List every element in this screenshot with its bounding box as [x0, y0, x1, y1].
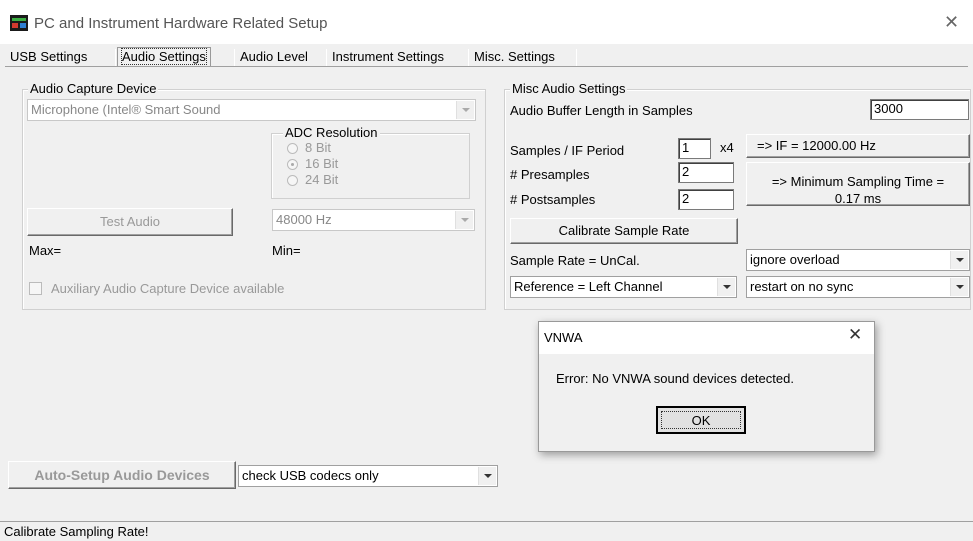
chevron-down-icon	[456, 101, 474, 119]
app-icon	[10, 15, 28, 31]
close-icon[interactable]: ✕	[944, 13, 959, 31]
codec-filter-value: check USB codecs only	[242, 468, 379, 483]
tab-instrument-settings[interactable]: Instrument Settings	[328, 47, 448, 67]
auto-setup-audio-button[interactable]: Auto-Setup Audio Devices	[8, 461, 236, 489]
dialog-close-icon[interactable]: ✕	[848, 326, 862, 344]
tab-panel-border	[5, 66, 968, 67]
sample-rate-select[interactable]: 48000 Hz	[272, 209, 475, 231]
samples-multiplier: x4	[720, 140, 734, 155]
audio-device-value: Microphone (Intel® Smart Sound	[31, 102, 221, 117]
dialog-title: VNWA	[544, 330, 583, 345]
sync-value: restart on no sync	[750, 279, 854, 294]
calibrate-sample-rate-button[interactable]: Calibrate Sample Rate	[510, 218, 738, 244]
test-audio-button[interactable]: Test Audio	[27, 208, 233, 236]
presamples-label: # Presamples	[510, 167, 590, 182]
chevron-down-icon	[478, 467, 496, 485]
tab-misc-settings[interactable]: Misc. Settings	[470, 47, 559, 67]
presamples-input[interactable]: 2	[678, 162, 734, 183]
chevron-down-icon	[455, 211, 473, 229]
aux-device-label: Auxiliary Audio Capture Device available	[51, 281, 285, 296]
adc-16bit-radio[interactable]	[287, 159, 298, 170]
dialog-ok-label: OK	[661, 411, 741, 429]
sync-select[interactable]: restart on no sync	[746, 276, 970, 298]
samples-if-label: Samples / IF Period	[510, 143, 625, 158]
tab-separator	[115, 49, 116, 67]
status-bar: Calibrate Sampling Rate!	[0, 521, 973, 541]
adc-24bit-label: 24 Bit	[305, 172, 339, 187]
samples-if-input[interactable]: 1	[678, 138, 711, 159]
adc-24bit-radio[interactable]	[287, 175, 298, 186]
audio-capture-group-label: Audio Capture Device	[28, 81, 159, 96]
tab-usb-settings[interactable]: USB Settings	[6, 47, 91, 67]
buffer-length-label: Audio Buffer Length in Samples	[510, 103, 693, 118]
misc-audio-group-label: Misc Audio Settings	[510, 81, 628, 96]
adc-resolution-label: ADC Resolution	[283, 125, 380, 140]
adc-16bit-label: 16 Bit	[305, 156, 339, 171]
codec-filter-select[interactable]: check USB codecs only	[238, 465, 498, 487]
buffer-length-input[interactable]: 3000	[870, 99, 969, 120]
tab-audio-settings-label: Audio Settings	[121, 48, 207, 65]
tab-separator	[234, 49, 235, 67]
status-text: Calibrate Sampling Rate!	[4, 524, 149, 539]
min-sampling-line2: 0.17 ms	[834, 191, 882, 206]
tab-separator	[326, 49, 327, 67]
max-label: Max=	[29, 243, 62, 258]
audio-device-select[interactable]: Microphone (Intel® Smart Sound	[27, 99, 476, 121]
sample-rate-value: 48000 Hz	[276, 212, 332, 227]
adc-resolution-group	[271, 133, 470, 199]
adc-8bit-radio[interactable]	[287, 143, 298, 154]
adc-8bit-label: 8 Bit	[305, 140, 332, 155]
audio-capture-group	[22, 89, 486, 310]
overload-value: ignore overload	[750, 252, 840, 267]
tab-audio-settings[interactable]: Audio Settings	[117, 47, 211, 67]
min-sampling-display: => Minimum Sampling Time = 0.17 ms	[746, 162, 970, 206]
if-result-display: => IF = 12000.00 Hz	[746, 134, 970, 158]
reference-channel-value: Reference = Left Channel	[514, 279, 663, 294]
tab-audio-level[interactable]: Audio Level	[236, 47, 312, 67]
chevron-down-icon	[950, 251, 968, 269]
dialog-ok-button[interactable]: OK	[656, 406, 746, 434]
chevron-down-icon	[717, 278, 735, 296]
dialog-message: Error: No VNWA sound devices detected.	[556, 371, 794, 386]
postsamples-input[interactable]: 2	[678, 189, 734, 210]
aux-device-checkbox[interactable]	[29, 282, 42, 295]
chevron-down-icon	[950, 278, 968, 296]
postsamples-label: # Postsamples	[510, 192, 596, 207]
sample-rate-status: Sample Rate = UnCal.	[510, 253, 640, 268]
min-label: Min=	[272, 243, 301, 258]
tab-separator	[576, 49, 577, 67]
dialog-title-bar	[539, 322, 874, 354]
reference-channel-select[interactable]: Reference = Left Channel	[510, 276, 737, 298]
window-title: PC and Instrument Hardware Related Setup	[34, 15, 328, 32]
overload-select[interactable]: ignore overload	[746, 249, 970, 271]
min-sampling-line1: => Minimum Sampling Time =	[771, 174, 945, 189]
tab-separator	[468, 49, 469, 67]
